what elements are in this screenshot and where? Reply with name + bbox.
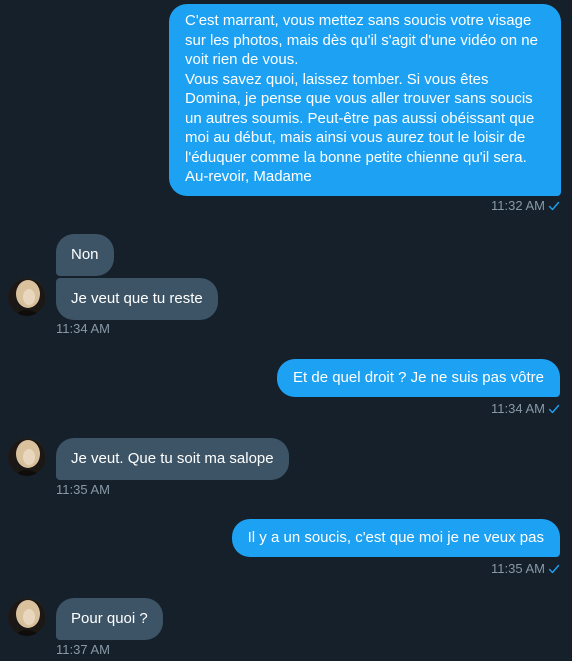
message-bubble-sent[interactable]: C'est marrant, vous mettez sans soucis v…	[169, 4, 561, 196]
avatar[interactable]	[8, 598, 46, 636]
message-timestamp: 11:34 AM	[56, 321, 110, 336]
check-icon	[548, 403, 560, 415]
timestamp-text: 11:34 AM	[491, 401, 545, 416]
avatar[interactable]	[8, 438, 46, 476]
message-timestamp: 11:37 AM	[56, 642, 110, 657]
message-bubble-received[interactable]: Pour quoi ?	[56, 598, 163, 640]
message-bubble-sent[interactable]: Et de quel droit ? Je ne suis pas vôtre	[277, 359, 560, 397]
timestamp-text: 11:32 AM	[491, 198, 545, 213]
message-timestamp: 11:35 AM	[491, 561, 560, 577]
message-bubble-received[interactable]: Je veut que tu reste	[56, 278, 218, 320]
message-timestamp: 11:35 AM	[56, 482, 110, 497]
message-timestamp: 11:34 AM	[491, 401, 560, 417]
message-bubble-received[interactable]: Je veut. Que tu soit ma salope	[56, 438, 289, 480]
check-icon	[548, 200, 560, 212]
avatar[interactable]	[8, 278, 46, 316]
timestamp-text: 11:35 AM	[491, 561, 545, 576]
message-bubble-sent[interactable]: Il y a un soucis, c'est que moi je ne ve…	[231, 519, 560, 557]
check-icon	[548, 563, 560, 575]
message-bubble-received[interactable]: Non	[56, 234, 114, 276]
message-timestamp: 11:32 AM	[491, 198, 560, 214]
